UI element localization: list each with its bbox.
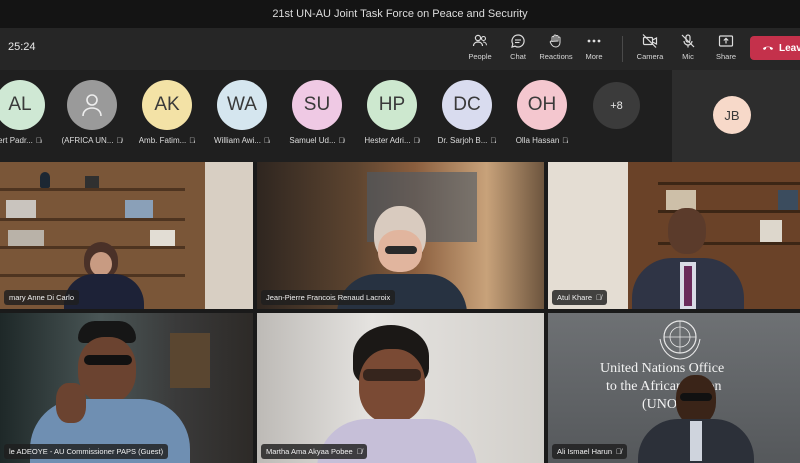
participant-name: ert Padr... 🎙̸ — [0, 136, 42, 145]
self-view-tile[interactable]: JB — [672, 70, 800, 162]
mic-off-icon: 🎙̸ — [562, 136, 569, 145]
participant-name: Hester Adri... 🎙̸ — [364, 136, 420, 145]
mic-off-icon: 🎙̸ — [263, 136, 270, 145]
mic-off-icon: 🎙̸ — [596, 293, 602, 302]
participant-name: Samuel Ud... 🎙̸ — [289, 136, 345, 145]
video-tile[interactable]: mary Anne Di Carlo — [0, 162, 253, 309]
phone-hangup-icon — [762, 43, 774, 54]
camera-label: Camera — [636, 52, 664, 61]
participant-name: Dr. Sarjoh B... 🎙̸ — [437, 136, 497, 145]
meeting-title: 21st UN-AU Joint Task Force on Peace and… — [272, 8, 528, 20]
participant-name-tag: Jean-Pierre Francois Renaud Lacroix — [261, 290, 396, 305]
mic-off-icon: 🎙̸ — [413, 136, 420, 145]
video-tile[interactable]: Jean-Pierre Francois Renaud Lacroix — [257, 162, 544, 309]
mic-off-icon: 🎙̸ — [616, 447, 622, 456]
video-tile[interactable]: United Nations Office to the African Uni… — [548, 313, 800, 463]
participant-name-tag: mary Anne Di Carlo — [4, 290, 80, 305]
meeting-toolbar: 25:24 People Chat Reactions More Camera — [0, 28, 800, 70]
more-label: More — [585, 52, 603, 61]
participant-avatar-item[interactable]: DC Dr. Sarjoh B... 🎙̸ — [430, 80, 504, 145]
mic-off-icon: 🎙̸ — [116, 136, 123, 145]
participant-name-tag: Atul Khare 🎙̸ — [552, 290, 607, 305]
more-icon — [586, 32, 602, 50]
avatar: SU — [292, 80, 342, 130]
participant-head — [668, 208, 706, 254]
mic-off-icon: 🎙̸ — [356, 447, 363, 456]
people-icon — [472, 32, 488, 50]
participant-name-tag: Martha Ama Akyaa Pobee 🎙̸ — [261, 444, 368, 459]
meeting-timer: 25:24 — [8, 41, 36, 53]
participant-avatar-item[interactable]: AL ert Padr... 🎙̸ — [0, 80, 57, 145]
participant-head — [359, 349, 425, 423]
participant-avatar-item[interactable]: WA William Awi... 🎙̸ — [205, 80, 279, 145]
share-label: Share — [715, 52, 736, 61]
avatar: WA — [217, 80, 267, 130]
participant-name: Amb. Fatim... 🎙̸ — [138, 136, 196, 145]
leave-button[interactable]: Leave — [750, 36, 800, 60]
self-avatar: JB — [713, 96, 751, 134]
more-participants-button[interactable]: +8 — [593, 82, 640, 129]
participant-avatar-item[interactable]: (AFRICA UN... 🎙̸ — [55, 80, 129, 145]
avatar: HP — [367, 80, 417, 130]
more-button[interactable]: More — [572, 32, 616, 66]
participant-avatar-item[interactable]: AK Amb. Fatim... 🎙̸ — [130, 80, 204, 145]
video-tile[interactable]: le ADEOYE - AU Commissioner PAPS (Guest) — [0, 313, 253, 463]
participant-name: Olla Hassan 🎙̸ — [515, 136, 569, 145]
person-placeholder-icon — [82, 94, 102, 117]
participant-avatar-item[interactable]: HP Hester Adri... 🎙̸ — [355, 80, 429, 145]
leave-label: Leave — [779, 42, 800, 54]
avatar: OH — [517, 80, 567, 130]
participant-name: (AFRICA UN... 🎙̸ — [61, 136, 123, 145]
participant-avatar-item[interactable]: SU Samuel Ud... 🎙̸ — [280, 80, 354, 145]
mic-off-icon: 🎙̸ — [490, 136, 497, 145]
participant-name-tag: Ali Ismael Harun 🎙̸ — [552, 444, 627, 459]
video-grid: mary Anne Di Carlo Jean-Pierre Francois … — [0, 162, 800, 463]
camera-off-icon — [642, 32, 658, 50]
video-tile[interactable]: Martha Ama Akyaa Pobee 🎙̸ — [257, 313, 544, 463]
toolbar-divider — [622, 36, 623, 62]
participant-avatar-item[interactable]: OH Olla Hassan 🎙̸ — [505, 80, 579, 145]
participant-strip: AL ert Padr... 🎙̸ (AFRICA UN... 🎙̸ AK Amb.… — [0, 70, 800, 162]
participant-name: William Awi... 🎙̸ — [214, 136, 270, 145]
video-tile[interactable]: Atul Khare 🎙̸ — [548, 162, 800, 309]
background-sign-line1: United Nations Office — [600, 361, 725, 376]
mic-off-icon: 🎙̸ — [35, 136, 42, 145]
mic-off-icon — [680, 32, 696, 50]
chat-icon — [510, 32, 526, 50]
people-label: People — [468, 52, 492, 61]
share-button[interactable]: Share — [704, 32, 748, 66]
participant-head — [78, 337, 136, 403]
reactions-icon — [548, 32, 564, 50]
mic-label: Mic — [682, 52, 694, 61]
un-emblem-icon — [659, 320, 701, 360]
avatar — [67, 80, 117, 130]
mic-off-icon: 🎙̸ — [338, 136, 345, 145]
participant-name-tag: le ADEOYE - AU Commissioner PAPS (Guest) — [4, 444, 169, 459]
avatar: AK — [142, 80, 192, 130]
share-icon — [718, 32, 734, 50]
avatar: AL — [0, 80, 45, 130]
reactions-label: Reactions — [539, 52, 573, 61]
avatar: DC — [442, 80, 492, 130]
window-title-bar: 21st UN-AU Joint Task Force on Peace and… — [0, 0, 800, 28]
chat-label: Chat — [510, 52, 526, 61]
mic-off-icon: 🎙̸ — [189, 136, 196, 145]
